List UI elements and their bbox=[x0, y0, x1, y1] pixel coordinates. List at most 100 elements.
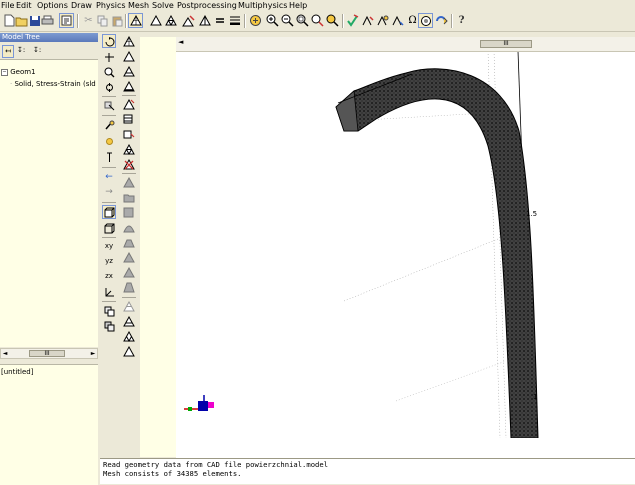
view-zx-icon[interactable]: zx bbox=[102, 269, 116, 283]
print-icon[interactable] bbox=[40, 13, 55, 28]
tree-node-geom1[interactable]: − Geom1 bbox=[1, 68, 36, 77]
zoom-icon[interactable] bbox=[102, 65, 116, 79]
light-icon[interactable] bbox=[102, 134, 116, 148]
solver-manager-icon[interactable] bbox=[390, 13, 405, 28]
boundary-mode-icon[interactable] bbox=[122, 190, 136, 204]
arrow-right-icon[interactable]: → bbox=[102, 185, 116, 199]
main-toolbar: ✂ Ω ? bbox=[0, 11, 635, 32]
menu-file[interactable]: File bbox=[1, 0, 14, 11]
subdomain-plot-icon[interactable] bbox=[122, 235, 136, 249]
mesh-equal-icon[interactable] bbox=[212, 13, 227, 28]
menu-solve[interactable]: Solve bbox=[152, 0, 174, 11]
menu-options[interactable]: Options bbox=[37, 0, 68, 11]
mesh-delete-icon[interactable] bbox=[122, 157, 136, 171]
scroll-left-icon[interactable]: ◄ bbox=[1, 349, 9, 358]
document-item[interactable]: [untitled] bbox=[1, 368, 33, 376]
model-tree-toolbar: ↤ ↧: ↧: bbox=[0, 42, 98, 59]
menu-draw[interactable]: Draw bbox=[71, 0, 92, 11]
point-plot-icon[interactable] bbox=[122, 280, 136, 294]
log-line: Read geometry data from CAD file powierz… bbox=[103, 460, 329, 469]
dolly-icon[interactable] bbox=[102, 80, 116, 94]
edge-mode-icon[interactable] bbox=[122, 205, 136, 219]
cut-icon[interactable]: ✂ bbox=[81, 13, 96, 28]
refine-mesh-icon[interactable] bbox=[163, 13, 178, 28]
zoom-in-icon[interactable] bbox=[265, 13, 280, 28]
help-icon[interactable]: ? bbox=[454, 13, 469, 28]
mesh-quality-icon[interactable] bbox=[122, 314, 136, 328]
view-yz-icon[interactable]: yz bbox=[102, 254, 116, 268]
edge-plot-icon[interactable] bbox=[122, 265, 136, 279]
menu-edit[interactable]: Edit bbox=[16, 0, 32, 11]
message-log: Read geometry data from CAD file powierz… bbox=[100, 458, 635, 484]
scroll-right-icon[interactable]: ► bbox=[89, 349, 97, 358]
draw-mode-icon[interactable] bbox=[248, 13, 263, 28]
animate-icon[interactable] bbox=[434, 13, 449, 28]
draw-toolbar: ← → xy yz zx bbox=[100, 33, 118, 363]
mesh-free-icon[interactable] bbox=[122, 49, 136, 63]
mesh-mode-icon[interactable] bbox=[128, 13, 143, 28]
tree-view-icon[interactable]: ↤ bbox=[2, 45, 14, 58]
initialize-mesh-icon[interactable] bbox=[148, 13, 163, 28]
solve-icon[interactable] bbox=[345, 13, 360, 28]
mesh-edge-icon[interactable] bbox=[122, 97, 136, 111]
zoom-extents-icon[interactable] bbox=[310, 13, 325, 28]
document-list: [untitled] bbox=[0, 364, 98, 485]
mesh-partition-icon[interactable] bbox=[197, 13, 212, 28]
menu-multiphysics[interactable]: Multiphysics bbox=[238, 0, 287, 11]
tree-collapse-icon[interactable]: ↧: bbox=[33, 45, 41, 56]
paste-view-icon[interactable] bbox=[102, 319, 116, 333]
view-xy-icon[interactable]: xy bbox=[102, 239, 116, 253]
paste-icon[interactable] bbox=[109, 13, 124, 28]
graphics-horizontal-scrollbar[interactable]: ◄ III bbox=[176, 37, 635, 52]
zoom-out-icon[interactable] bbox=[280, 13, 295, 28]
arrow-left-icon[interactable]: ← bbox=[102, 170, 116, 184]
suppress-icon[interactable] bbox=[102, 118, 116, 132]
mesh-mapped-icon[interactable] bbox=[122, 64, 136, 78]
mesh-revolve-icon[interactable] bbox=[122, 142, 136, 156]
view-wireframe-icon[interactable] bbox=[102, 221, 116, 235]
pointer-icon[interactable] bbox=[102, 150, 116, 164]
graphics-canvas[interactable]: 1.5 1 bbox=[176, 50, 635, 475]
view-box-icon[interactable] bbox=[102, 205, 116, 219]
pan-icon[interactable] bbox=[102, 50, 116, 64]
restart-icon[interactable] bbox=[360, 13, 375, 28]
tree-expand-icon[interactable]: ↧: bbox=[17, 45, 25, 56]
mesh-element-icon[interactable] bbox=[122, 344, 136, 358]
menu-bar: File Edit Options Draw Physics Mesh Solv… bbox=[0, 0, 635, 11]
model-navigator-icon[interactable] bbox=[59, 13, 74, 28]
mesh-plot-icon[interactable] bbox=[122, 329, 136, 343]
menu-help[interactable]: Help bbox=[289, 0, 307, 11]
subdomain-mode-icon[interactable] bbox=[122, 175, 136, 189]
menu-postprocessing[interactable]: Postprocessing bbox=[177, 0, 237, 11]
axis-triad-icon bbox=[184, 395, 214, 411]
mesh-refine-icon[interactable] bbox=[122, 34, 136, 48]
point-mode-icon[interactable] bbox=[122, 220, 136, 234]
scroll-thumb[interactable]: III bbox=[29, 350, 65, 357]
scroll-left-icon[interactable]: ◄ bbox=[178, 38, 183, 46]
copy-view-icon[interactable] bbox=[102, 304, 116, 318]
mesh-extrude-icon[interactable] bbox=[122, 127, 136, 141]
refine-selection-icon[interactable] bbox=[181, 13, 196, 28]
rotate-icon[interactable] bbox=[102, 34, 116, 48]
copy-icon[interactable] bbox=[95, 13, 110, 28]
tree-node-label: Solid, Stress-Strain (sld bbox=[14, 80, 96, 88]
tree-horizontal-scrollbar[interactable]: ◄ III ► bbox=[0, 348, 98, 359]
zoom-selected-icon[interactable] bbox=[325, 13, 340, 28]
select-icon[interactable] bbox=[102, 99, 116, 113]
mesh-boundary-icon[interactable] bbox=[122, 79, 136, 93]
zoom-window-icon[interactable] bbox=[295, 13, 310, 28]
scroll-thumb[interactable]: III bbox=[480, 40, 532, 48]
menu-physics[interactable]: Physics bbox=[96, 0, 126, 11]
axes-icon[interactable] bbox=[102, 284, 116, 298]
tree-node-label: Geom1 bbox=[10, 68, 36, 76]
minus-box-icon[interactable]: − bbox=[1, 68, 8, 76]
tree-node-solid[interactable]: · Solid, Stress-Strain (sld bbox=[10, 80, 98, 89]
menu-mesh[interactable]: Mesh bbox=[128, 0, 149, 11]
solver-parameters-icon[interactable] bbox=[375, 13, 390, 28]
log-line: Mesh consists of 34385 elements. bbox=[103, 469, 242, 478]
boundary-plot-icon[interactable] bbox=[122, 250, 136, 264]
mesh-layer-icon[interactable] bbox=[122, 112, 136, 126]
plot-icon[interactable] bbox=[418, 13, 433, 28]
mesh-display-icon[interactable] bbox=[227, 13, 242, 28]
mesh-stats-icon[interactable] bbox=[122, 299, 136, 313]
